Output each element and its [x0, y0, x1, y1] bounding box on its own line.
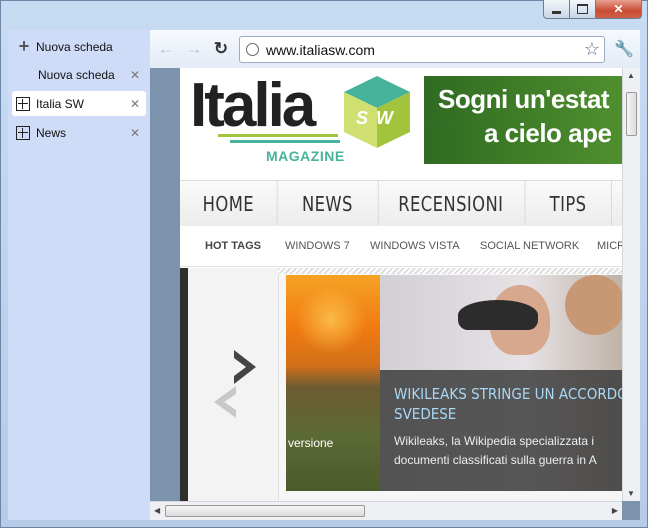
slide-text-line: Wikileaks, la Wikipedia specializzata i: [394, 434, 595, 448]
close-tab-icon[interactable]: ✕: [128, 97, 142, 111]
wikileaks-slide-image[interactable]: WIKILEAKS STRINGE UN ACCORDO DI SVEDESE …: [380, 275, 622, 491]
slide-side-label: versione: [288, 436, 334, 450]
figure-hat: [458, 300, 538, 330]
tags-bar: HOT TAGS WINDOWS 7 WINDOWS VISTA SOCIAL …: [180, 226, 622, 267]
slider-stripes: [278, 268, 622, 274]
italiasw-favicon-icon: [16, 96, 30, 111]
forward-button[interactable]: →: [184, 39, 204, 59]
vertical-scroll-thumb[interactable]: [626, 92, 637, 136]
logo-badge: SW: [356, 108, 401, 128]
tag-link[interactable]: WINDOWS 7: [285, 240, 350, 252]
back-arrow-icon: ←: [157, 39, 175, 58]
tab-label: Italia SW: [36, 96, 85, 111]
reload-button[interactable]: ↻: [211, 39, 231, 59]
tab-nuova-scheda[interactable]: Nuova scheda ✕: [12, 62, 146, 87]
back-button[interactable]: ←: [156, 39, 176, 59]
close-window-button[interactable]: ✕: [596, 0, 642, 19]
minimize-icon: [552, 10, 561, 14]
bookmark-star-icon[interactable]: ☆: [584, 39, 600, 60]
forward-arrow-icon: →: [185, 39, 203, 58]
close-tab-icon[interactable]: ✕: [128, 126, 142, 140]
web-page: Italia SW MAGAZINE Sogni un'estat a ciel…: [180, 68, 622, 501]
slider-controls: [188, 268, 279, 501]
close-icon: ✕: [613, 2, 624, 16]
nav-home[interactable]: HOME: [180, 181, 278, 226]
ad-banner[interactable]: Sogni un'estat a cielo ape: [424, 76, 622, 164]
globe-icon: [246, 43, 259, 56]
tab-sidebar: + Nuova scheda Nuova scheda ✕ Italia SW …: [8, 30, 150, 520]
tag-link[interactable]: MICR: [597, 240, 622, 252]
figure-face: [565, 275, 622, 335]
slide-title[interactable]: WIKILEAKS STRINGE UN ACCORDO DI SVEDESE: [394, 384, 622, 424]
wrench-menu-icon[interactable]: 🔧: [614, 39, 634, 59]
minimize-button[interactable]: [543, 0, 570, 19]
banner-line-1: Sogni un'estat: [438, 84, 610, 114]
scroll-left-icon[interactable]: ◀: [154, 506, 160, 515]
tag-link[interactable]: WINDOWS VISTA: [370, 240, 460, 252]
fire-glow: [296, 285, 366, 355]
close-tab-icon[interactable]: ✕: [128, 68, 142, 82]
url-text: www.italiasw.com: [266, 42, 375, 58]
nav-news[interactable]: NEWS: [277, 181, 379, 226]
nav-tips[interactable]: TIPS: [525, 181, 612, 226]
fire-thumbnail[interactable]: [286, 275, 380, 491]
toolbar: ← → ↻ www.italiasw.com ☆ 🔧: [150, 30, 640, 68]
slide-text-line: documenti classificati sulla guerra in A: [394, 453, 597, 467]
tab-label: News: [36, 125, 67, 140]
scroll-down-icon[interactable]: ▼: [627, 489, 635, 498]
maximize-button[interactable]: [570, 0, 596, 19]
vertical-scrollbar[interactable]: ▲ ▼: [622, 68, 640, 501]
content-viewport: Italia SW MAGAZINE Sogni un'estat a ciel…: [150, 68, 640, 520]
nav-recensioni[interactable]: RECENSIONI: [377, 181, 526, 226]
slide-excerpt: Wikileaks, la Wikipedia specializzata i …: [394, 432, 622, 470]
address-bar[interactable]: www.italiasw.com ☆: [239, 36, 605, 63]
horizontal-scroll-thumb[interactable]: [165, 505, 365, 517]
maximize-icon: [577, 4, 588, 14]
logo-swoosh: [230, 140, 340, 143]
logo-swoosh: [218, 134, 338, 137]
slide-caption: WIKILEAKS STRINGE UN ACCORDO DI SVEDESE …: [380, 370, 622, 491]
scroll-right-icon[interactable]: ▶: [612, 506, 618, 515]
new-tab-button[interactable]: + Nuova scheda: [12, 34, 146, 59]
tag-link[interactable]: SOCIAL NETWORK: [480, 240, 579, 252]
plus-icon: +: [18, 36, 30, 56]
tab-news[interactable]: News ✕: [12, 120, 146, 145]
tab-italia-sw[interactable]: Italia SW ✕: [12, 91, 146, 116]
scroll-up-icon[interactable]: ▲: [627, 71, 635, 80]
reload-icon: ↻: [213, 39, 229, 58]
main-nav: HOME NEWS RECENSIONI TIPS: [180, 180, 622, 227]
logo-text: Italia: [190, 71, 316, 140]
tab-label: Nuova scheda: [38, 67, 115, 82]
featured-slider: versione WIKILEAKS STRINGE UN ACCORDO DI…: [180, 268, 622, 501]
slide-title-line: WIKILEAKS STRINGE UN ACCORDO DI: [394, 385, 622, 403]
hot-tags-label: HOT TAGS: [205, 240, 262, 252]
window-controls: ✕: [543, 0, 642, 20]
next-arrow-icon[interactable]: [226, 350, 260, 384]
new-tab-label: Nuova scheda: [36, 39, 113, 54]
logo-subtitle: MAGAZINE: [266, 148, 345, 164]
horizontal-scrollbar[interactable]: ◀ ▶: [150, 501, 622, 520]
italiasw-logo[interactable]: Italia SW MAGAZINE: [190, 71, 414, 172]
slide-title-line: SVEDESE: [394, 405, 457, 423]
banner-line-2: a cielo ape: [484, 118, 612, 148]
italiasw-favicon-icon: [16, 125, 30, 140]
prev-arrow-icon[interactable]: [206, 384, 240, 420]
slider-edge: [180, 268, 188, 501]
